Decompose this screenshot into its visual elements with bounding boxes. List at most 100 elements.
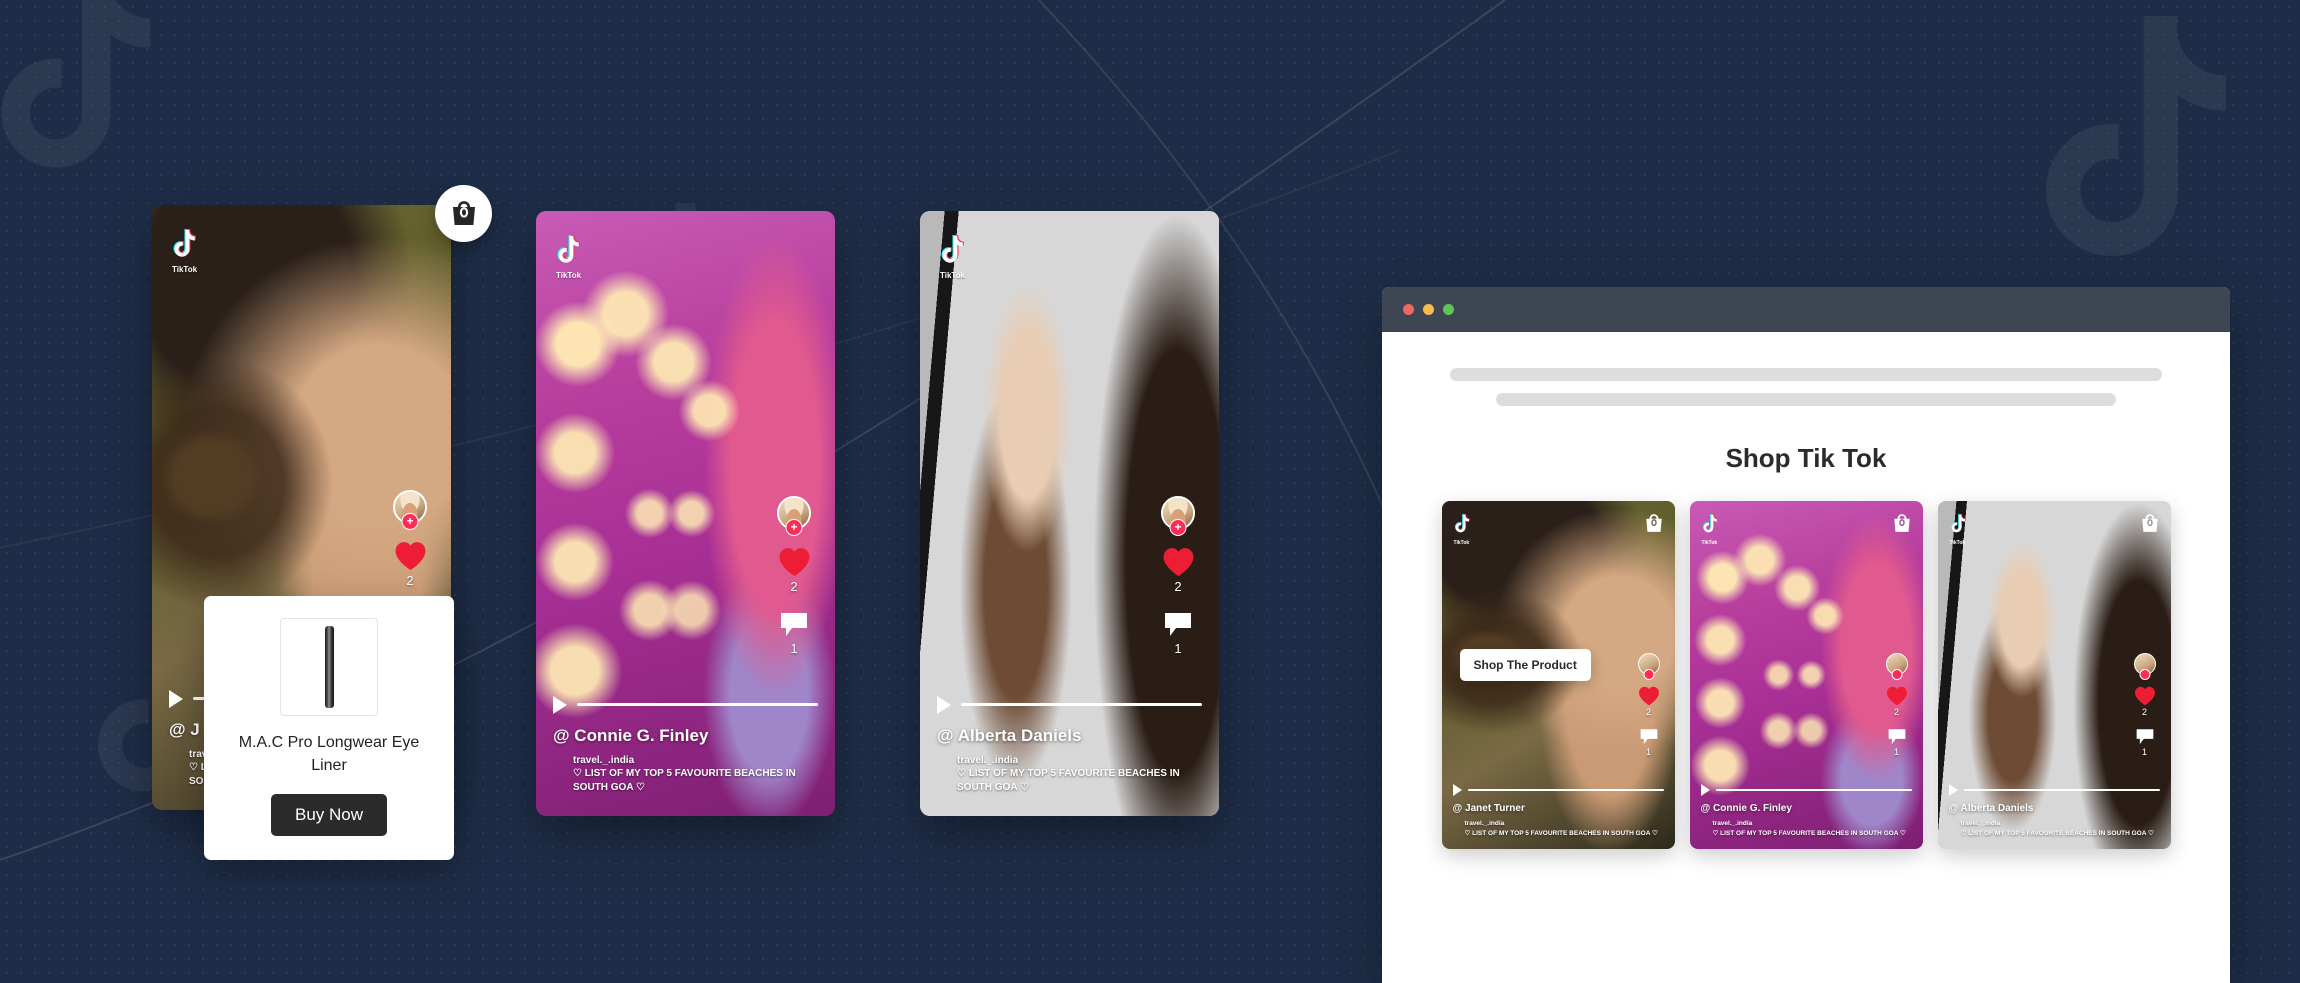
play-icon[interactable] bbox=[1452, 784, 1462, 797]
comment-bubble-icon[interactable] bbox=[779, 611, 809, 639]
placeholder-bar bbox=[1450, 368, 2162, 381]
follow-plus-badge[interactable] bbox=[1643, 669, 1654, 680]
browser-window: Shop Tik Tok TikTok Shop The Product 2 1… bbox=[1382, 287, 2230, 983]
video-caption: ♡ LIST OF MY TOP 5 FAVOURITE BEACHES IN … bbox=[1464, 829, 1658, 837]
creator-handle: travel._.india bbox=[957, 754, 1019, 766]
follow-plus-badge[interactable] bbox=[1891, 669, 1902, 680]
browser-titlebar bbox=[1382, 287, 2230, 332]
play-icon[interactable] bbox=[553, 695, 567, 714]
follow-plus-badge[interactable]: + bbox=[1169, 519, 1187, 536]
shop-the-product-tooltip[interactable]: Shop The Product bbox=[1459, 649, 1591, 681]
shopping-bag-icon[interactable] bbox=[1644, 512, 1664, 534]
avatar[interactable] bbox=[1637, 653, 1660, 680]
comment-control[interactable]: 1 bbox=[1163, 611, 1193, 656]
like-count: 2 bbox=[2141, 707, 2147, 717]
comment-control[interactable]: 1 bbox=[779, 611, 809, 656]
creator-handle: travel._.india bbox=[573, 754, 635, 766]
heart-icon[interactable] bbox=[778, 547, 811, 577]
browser-content: Shop Tik Tok TikTok Shop The Product 2 1… bbox=[1382, 332, 2230, 983]
avatar[interactable]: + bbox=[393, 490, 427, 530]
like-count: 2 bbox=[1645, 707, 1651, 717]
close-window-button[interactable] bbox=[1403, 304, 1414, 315]
follow-plus-badge[interactable] bbox=[2139, 669, 2150, 680]
comment-control[interactable]: 1 bbox=[1887, 728, 1907, 757]
creator-username: @ Alberta Daniels bbox=[937, 725, 1082, 745]
tiktok-feature-card[interactable]: TikTok + 2 1 @ Connie G. Finley travel._… bbox=[536, 211, 835, 816]
comment-count: 1 bbox=[1174, 641, 1182, 656]
comment-control[interactable]: 1 bbox=[1639, 728, 1659, 757]
like-control[interactable]: 2 bbox=[1162, 547, 1195, 594]
like-control[interactable]: 2 bbox=[2134, 686, 2156, 717]
mini-tiktok-card[interactable]: TikTok 2 1 bbox=[1689, 501, 1923, 849]
progress-bar[interactable] bbox=[577, 703, 818, 706]
comment-count: 1 bbox=[2141, 747, 2147, 757]
follow-plus-badge[interactable]: + bbox=[401, 513, 419, 530]
shopping-bag-icon[interactable] bbox=[1892, 512, 1912, 534]
comment-count: 1 bbox=[1893, 747, 1899, 757]
eyeliner-pencil-icon bbox=[324, 626, 334, 708]
creator-username: @ Connie G. Finley bbox=[1700, 803, 1792, 815]
tiktok-wordmark: TikTok bbox=[940, 271, 966, 280]
like-control[interactable]: 2 bbox=[1886, 686, 1908, 717]
shopping-bag-icon[interactable] bbox=[2140, 512, 2160, 534]
comment-bubble-icon[interactable] bbox=[1639, 728, 1659, 746]
shop-bag-button[interactable] bbox=[435, 185, 492, 242]
video-progress[interactable] bbox=[1700, 784, 1912, 797]
heart-icon[interactable] bbox=[1162, 547, 1195, 577]
video-progress[interactable] bbox=[1452, 784, 1664, 797]
play-icon[interactable] bbox=[1948, 784, 1958, 797]
comment-bubble-icon[interactable] bbox=[1163, 611, 1193, 639]
like-control[interactable]: 2 bbox=[394, 541, 427, 588]
like-count: 2 bbox=[1174, 579, 1182, 594]
shopping-bag-icon bbox=[452, 201, 475, 225]
progress-bar[interactable] bbox=[1963, 789, 2160, 792]
card-caption-block: @ Connie G. Finley travel._.india ♡ LIST… bbox=[536, 695, 835, 817]
tiktok-logo-watermark-icon bbox=[0, 0, 170, 195]
engagement-rail: 2 1 bbox=[2129, 653, 2161, 757]
tiktok-logo-icon: TikTok bbox=[556, 235, 600, 280]
tiktok-wordmark: TikTok bbox=[172, 265, 198, 274]
comment-bubble-icon[interactable] bbox=[2135, 728, 2155, 746]
video-caption: ♡ LIST OF MY TOP 5 FAVOURITE BEACHES IN … bbox=[1960, 829, 2154, 837]
avatar[interactable]: + bbox=[777, 496, 811, 536]
progress-bar[interactable] bbox=[1467, 789, 1664, 792]
comment-bubble-icon[interactable] bbox=[1887, 728, 1907, 746]
tiktok-feature-card[interactable]: TikTok + 2 1 @ Alberta Daniels travel._.… bbox=[920, 211, 1219, 816]
avatar[interactable] bbox=[2133, 653, 2156, 680]
mini-tiktok-card[interactable]: TikTok Shop The Product 2 1 @ Janet Turn… bbox=[1441, 501, 1675, 849]
tiktok-logo-icon: TikTok bbox=[1454, 514, 1471, 546]
video-progress[interactable] bbox=[1948, 784, 2160, 797]
maximize-window-button[interactable] bbox=[1443, 304, 1454, 315]
tiktok-logo-icon: TikTok bbox=[172, 229, 216, 274]
video-progress[interactable] bbox=[553, 695, 818, 714]
like-count: 2 bbox=[790, 579, 798, 594]
progress-bar[interactable] bbox=[961, 703, 1202, 706]
product-name: M.A.C Pro Longwear Eye Liner bbox=[238, 734, 420, 774]
mini-tiktok-card[interactable]: TikTok 2 1 bbox=[1937, 501, 2171, 849]
play-icon[interactable] bbox=[937, 695, 951, 714]
buy-now-button[interactable]: Buy Now bbox=[271, 794, 387, 837]
creator-username: @ Janet Turner bbox=[1452, 803, 1525, 815]
progress-bar[interactable] bbox=[1715, 789, 1912, 792]
avatar[interactable]: + bbox=[1161, 496, 1195, 536]
card-caption-block: @ Janet Turner travel._.india ♡ LIST OF … bbox=[1442, 784, 1675, 849]
heart-icon[interactable] bbox=[2134, 686, 2156, 706]
page-title: Shop Tik Tok bbox=[1725, 443, 1887, 473]
heart-icon[interactable] bbox=[1638, 686, 1660, 706]
product-popup[interactable]: M.A.C Pro Longwear Eye Liner Buy Now bbox=[204, 596, 454, 861]
like-control[interactable]: 2 bbox=[1638, 686, 1660, 717]
placeholder-bar bbox=[1496, 393, 2116, 406]
creator-username: @ Connie G. Finley bbox=[553, 725, 709, 745]
engagement-rail: + 2 1 bbox=[1153, 496, 1203, 656]
heart-icon[interactable] bbox=[1886, 686, 1908, 706]
play-icon[interactable] bbox=[169, 689, 183, 708]
like-control[interactable]: 2 bbox=[778, 547, 811, 594]
card-caption-block: @ Connie G. Finley travel._.india ♡ LIST… bbox=[1690, 784, 1923, 849]
follow-plus-badge[interactable]: + bbox=[785, 519, 803, 536]
heart-icon[interactable] bbox=[394, 541, 427, 571]
avatar[interactable] bbox=[1885, 653, 1908, 680]
comment-control[interactable]: 1 bbox=[2135, 728, 2155, 757]
video-progress[interactable] bbox=[937, 695, 1202, 714]
minimize-window-button[interactable] bbox=[1423, 304, 1434, 315]
play-icon[interactable] bbox=[1700, 784, 1710, 797]
